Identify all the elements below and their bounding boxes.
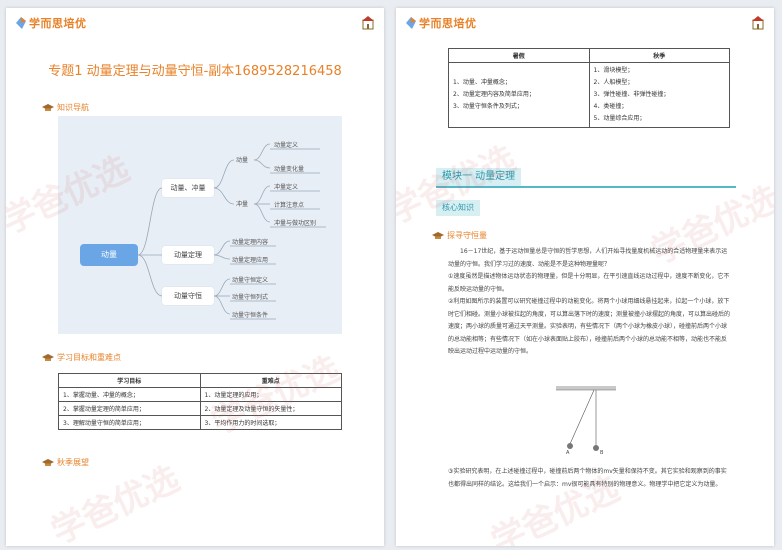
brand-mark-icon bbox=[16, 17, 26, 29]
page-title: 专题1 动量定理与动量守恒-副本1689528216458 bbox=[48, 64, 342, 79]
module-title-bar: 模块一 动量定理 bbox=[436, 168, 736, 188]
page-header: 学而思培优 bbox=[6, 8, 384, 36]
table-header-row: 学习目标 重难点 bbox=[58, 373, 342, 388]
table-cell-line: 2、动量定理内容及简单应用； bbox=[453, 91, 535, 98]
ball-b-label: B bbox=[600, 450, 604, 454]
mind-map: 动量 动量、冲量 动量定理 动量守恒 动量 冲量 动量定义 动量变化量 冲量定义… bbox=[58, 116, 342, 334]
mind-map-branch: 动量守恒 bbox=[162, 287, 214, 305]
table-row: 3、理解动量守恒的简单应用； 3、平均作用力的时间选取； bbox=[58, 415, 342, 430]
mind-map-leaf: 动量守恒定义 bbox=[232, 277, 269, 284]
table-cell-autumn: 1、滑块模型； 2、人船模型； 3、弹性碰撞、非弹性碰撞； 4、类碰撞； 5、动… bbox=[588, 62, 730, 128]
mind-map-group: 动量 bbox=[236, 157, 249, 164]
page-header: 学而思培优 bbox=[396, 8, 774, 36]
paragraph: 16－17世纪，基于运动恒量总是守恒的哲学思想，人们开始寻找量度机械运动的合适物… bbox=[448, 248, 728, 268]
table-row: 1、掌握动量、冲量的概念； 1、动量定理的应用； bbox=[58, 387, 342, 402]
section-heading-label: 探寻守恒量 bbox=[447, 231, 487, 240]
table-cell: 3、平均作用力的时间选取； bbox=[199, 415, 342, 430]
mind-map-leaf: 动量变化量 bbox=[274, 166, 305, 173]
body-text: 16－17世纪，基于运动恒量总是守恒的哲学思想，人们开始寻找量度机械运动的合适物… bbox=[448, 246, 730, 359]
summer-autumn-table: 暑假 秋季 1、动量、冲量概念； 2、动量定理内容及简单应用； 3、动量守恒条件… bbox=[448, 48, 730, 128]
mind-map-leaf: 动量定理内容 bbox=[232, 239, 269, 246]
body-text-conclusion: ③实验研究表明，在上述碰撞过程中，碰撞前后两个物体的mv矢量和保持不变。其它实验… bbox=[448, 466, 730, 491]
table-row: 1、动量、冲量概念； 2、动量定理内容及简单应用； 3、动量守恒条件及列式； 1… bbox=[448, 62, 730, 128]
table-header: 重难点 bbox=[199, 373, 342, 388]
mind-map-branch: 动量、冲量 bbox=[162, 179, 214, 197]
string-a bbox=[569, 389, 595, 445]
graduation-cap-icon bbox=[42, 104, 54, 111]
section-heading-nav: 知识导航 bbox=[42, 102, 89, 113]
table-header: 秋季 bbox=[588, 48, 730, 63]
table-header: 暑假 bbox=[448, 48, 590, 63]
section-heading-label: 学习目标和重难点 bbox=[57, 353, 121, 362]
mind-map-leaf: 计算注意点 bbox=[274, 202, 305, 209]
mind-map-leaf: 动量守恒列式 bbox=[232, 294, 269, 301]
section-heading-goals: 学习目标和重难点 bbox=[42, 352, 121, 363]
school-badge-icon bbox=[362, 16, 374, 30]
goals-table: 学习目标 重难点 1、掌握动量、冲量的概念； 1、动量定理的应用； 2、掌握动量… bbox=[58, 373, 342, 430]
mind-map-leaf: 动量定理应用 bbox=[232, 257, 269, 264]
brand-name: 学而思培优 bbox=[29, 17, 87, 30]
ball-a-label: A bbox=[566, 450, 570, 454]
school-badge-icon bbox=[752, 16, 764, 30]
mind-map-group: 冲量 bbox=[236, 201, 249, 208]
table-cell-line: 4、类碰撞； bbox=[593, 103, 628, 110]
module-title: 模块一 动量定理 bbox=[436, 168, 522, 186]
brand-name: 学而思培优 bbox=[419, 17, 477, 30]
section-heading-expand: 秋季展望 bbox=[42, 457, 89, 468]
core-knowledge-tab: 核心知识 bbox=[436, 200, 480, 216]
brand-logo: 学而思培优 bbox=[406, 15, 477, 31]
pendulum-figure: A B bbox=[556, 386, 616, 454]
brand-mark-icon bbox=[406, 17, 416, 29]
table-cell-line: 5、动量综合应用； bbox=[593, 115, 646, 122]
left-page: 学而思培优 专题1 动量定理与动量守恒-副本1689528216458 知识导航 bbox=[6, 8, 384, 546]
table-cell-summer: 1、动量、冲量概念； 2、动量定理内容及简单应用； 3、动量守恒条件及列式； bbox=[448, 62, 590, 128]
graduation-cap-icon bbox=[42, 354, 54, 361]
table-cell-line: 1、动量、冲量概念； bbox=[453, 79, 511, 86]
paragraph: ②利用如图所示的装置可以研究碰撞过程中的动能变化。将两个小球用细线悬挂起来，拉起… bbox=[448, 298, 731, 355]
ball-a bbox=[567, 443, 573, 449]
table-cell: 1、动量定理的应用； bbox=[199, 387, 342, 402]
table-cell: 2、动量定理及动量守恒的矢量性； bbox=[199, 401, 342, 416]
mind-map-leaf: 冲量与做功区别 bbox=[274, 220, 317, 227]
table-cell: 1、掌握动量、冲量的概念； bbox=[58, 387, 201, 402]
table-cell-line: 3、动量守恒条件及列式； bbox=[453, 103, 523, 110]
table-row: 2、掌握动量定理的简单应用； 2、动量定理及动量守恒的矢量性； bbox=[58, 401, 342, 416]
graduation-cap-icon bbox=[42, 459, 54, 466]
mind-map-leaf: 动量守恒条件 bbox=[232, 312, 269, 319]
graduation-cap-icon bbox=[432, 232, 444, 239]
mind-map-branch: 动量定理 bbox=[162, 246, 214, 264]
table-cell-line: 3、弹性碰撞、非弹性碰撞； bbox=[593, 91, 670, 98]
paragraph: ③实验研究表明，在上述碰撞过程中，碰撞前后两个物体的mv矢量和保持不变。其它实验… bbox=[448, 468, 727, 488]
mind-map-leaf: 冲量定义 bbox=[274, 184, 299, 191]
section-heading-label: 知识导航 bbox=[57, 103, 89, 112]
mind-map-root: 动量 bbox=[80, 244, 138, 266]
ceiling-bar bbox=[556, 386, 616, 390]
table-cell: 2、掌握动量定理的简单应用； bbox=[58, 401, 201, 416]
table-cell-line: 2、人船模型； bbox=[593, 79, 634, 86]
section-heading-explore: 探寻守恒量 bbox=[432, 230, 487, 241]
table-header-row: 暑假 秋季 bbox=[448, 48, 730, 63]
paragraph: ①速度虽然是描述物体运动状态的物理量，但是十分明显，在平引速直线运动过程中，速度… bbox=[448, 273, 730, 293]
table-header: 学习目标 bbox=[58, 373, 201, 388]
right-page: 学而思培优 暑假 秋季 1、动量、冲量概念； 2、动量定理内容及简单应用； 3、… bbox=[396, 8, 774, 546]
ball-b bbox=[593, 445, 599, 451]
mind-map-leaf: 动量定义 bbox=[274, 142, 299, 149]
table-cell: 3、理解动量守恒的简单应用； bbox=[58, 415, 201, 430]
section-heading-label: 秋季展望 bbox=[57, 458, 89, 467]
table-cell-line: 1、滑块模型； bbox=[593, 67, 634, 74]
brand-logo: 学而思培优 bbox=[16, 15, 87, 31]
